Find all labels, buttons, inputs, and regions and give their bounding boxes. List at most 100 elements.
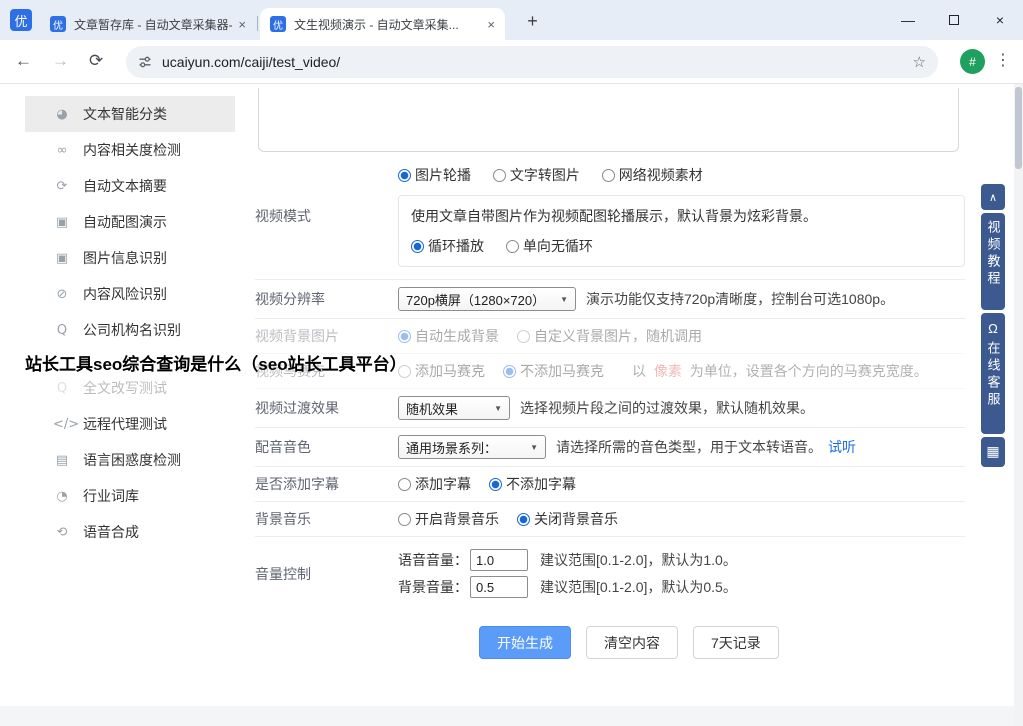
mosaic-hint-prefix: 以 — [632, 363, 646, 379]
address-bar[interactable]: ucaiyun.com/caiji/test_video/ ☆ — [126, 46, 938, 78]
page-scrollbar[interactable] — [1014, 84, 1023, 726]
radio-music-on[interactable]: 开启背景音乐 — [398, 509, 499, 529]
sidebar-item-industry-lexicon[interactable]: ◔ 行业词库 — [25, 478, 235, 514]
radio-image-carousel[interactable]: 图片轮播 — [398, 165, 471, 185]
profile-avatar[interactable]: # — [960, 49, 985, 74]
radio-text-to-image[interactable]: 文字转图片 — [492, 165, 580, 185]
loop-options: 循环播放 单向无循环 — [411, 236, 952, 256]
radio-label: 关闭背景音乐 — [534, 511, 618, 527]
radio-icon — [503, 364, 516, 378]
radio-icon — [398, 512, 411, 526]
select-value: 随机效果 — [406, 401, 459, 417]
forward-button: → — [52, 51, 69, 70]
voice-preview-link[interactable]: 试听 — [828, 437, 856, 457]
radio-auto-background: 自动生成背景 — [398, 326, 499, 346]
tab-close-icon[interactable]: × — [487, 17, 495, 32]
voice-select[interactable]: 通用场景系列： ▼ — [398, 435, 546, 459]
radio-label: 自动生成背景 — [415, 328, 499, 344]
sidebar-item-label: 行业词库 — [83, 488, 139, 504]
radio-label: 开启背景音乐 — [415, 511, 499, 527]
browser-menu-icon[interactable]: ⋮ — [995, 50, 1011, 70]
video-mode-controls: 图片轮播 文字转图片 网络视频素材 使用文章自带图片作为视频配图轮播展示，默认背… — [398, 165, 965, 267]
records-button[interactable]: 7天记录 — [693, 626, 779, 659]
tab-video-demo[interactable]: 优 文生视频演示 - 自动文章采集... × — [260, 8, 505, 40]
sidebar-item-label: 全文改写测试 — [83, 380, 167, 396]
voice-volume-input[interactable] — [470, 549, 528, 571]
radio-music-off[interactable]: 关闭背景音乐 — [517, 509, 618, 529]
sidebar-item-label: 自动文本摘要 — [83, 178, 167, 194]
headset-icon: Ω — [988, 321, 998, 336]
sidebar-item-auto-summary[interactable]: ⟳ 自动文本摘要 — [25, 168, 235, 204]
voice-hint: 请选择所需的音色类型，用于文本转语音。 — [556, 439, 822, 455]
minimize-button[interactable]: — — [885, 0, 931, 40]
site-settings-icon[interactable] — [138, 55, 152, 69]
chevron-up-icon: ∧ — [988, 191, 998, 204]
tab-close-icon[interactable]: × — [238, 17, 246, 32]
sidebar-item-label: 公司机构名识别 — [83, 322, 181, 338]
radio-loop-play[interactable]: 循环播放 — [411, 236, 484, 256]
radio-icon — [517, 512, 530, 526]
transition-hint: 选择视频片段之间的过渡效果，默认随机效果。 — [520, 400, 814, 416]
radio-label: 添加马赛克 — [415, 363, 485, 379]
image-icon: ▣ — [55, 214, 69, 230]
radio-icon — [489, 477, 502, 491]
sidebar-item-image-recognition[interactable]: ▣ 图片信息识别 — [25, 240, 235, 276]
sidebar-item-auto-image[interactable]: ▣ 自动配图演示 — [25, 204, 235, 240]
clear-button[interactable]: 清空内容 — [586, 626, 678, 659]
resolution-select[interactable]: 720p横屏（1280×720） ▼ — [398, 287, 576, 311]
row-background-image: 视频背景图片 自动生成背景 自定义背景图片，随机调用 — [255, 319, 965, 354]
radio-icon — [411, 239, 424, 253]
mode-detail-box: 使用文章自带图片作为视频配图轮播展示，默认背景为炫彩背景。 循环播放 单向无循环 — [398, 195, 965, 267]
qr-code-icon: ▦ — [986, 444, 1000, 460]
doc-icon: ▤ — [55, 452, 69, 468]
tab-favicon: 优 — [270, 16, 286, 32]
radio-icon — [398, 168, 411, 182]
row-voice: 配音音色 通用场景系列： ▼ 请选择所需的音色类型，用于文本转语音。 试听 — [255, 428, 965, 467]
radio-no-loop[interactable]: 单向无循环 — [505, 236, 593, 256]
sidebar-item-remote-proxy-test[interactable]: </> 远程代理测试 — [25, 406, 235, 442]
radio-no-subtitle[interactable]: 不添加字幕 — [489, 474, 576, 494]
search-icon: Q — [56, 380, 68, 396]
radio-web-video-material[interactable]: 网络视频素材 — [601, 165, 703, 185]
tab-article-store[interactable]: 优 文章暂存库 - 自动文章采集器- × — [40, 8, 256, 40]
sidebar-item-label: 文本智能分类 — [83, 106, 167, 122]
sidebar-item-org-name-recognition[interactable]: Q 公司机构名识别 — [25, 312, 235, 348]
radio-label: 图片轮播 — [415, 167, 471, 183]
video-tutorial-tab[interactable]: 视频教程 — [981, 213, 1005, 310]
qr-code-button[interactable]: ▦ — [981, 437, 1005, 467]
scroll-to-top-button[interactable]: ∧ — [981, 184, 1005, 210]
bookmark-star-icon[interactable]: ☆ — [913, 53, 926, 71]
maximize-icon — [949, 15, 959, 25]
new-tab-button[interactable]: + — [520, 9, 545, 34]
form-actions: 开始生成 清空内容 7天记录 — [479, 626, 965, 659]
sidebar-item-perplexity-check[interactable]: ▤ 语言困惑度检测 — [25, 442, 235, 478]
back-button[interactable]: ← — [15, 51, 32, 71]
sidebar-item-label: 图片信息识别 — [83, 250, 167, 266]
reload-button[interactable]: ⟳ — [89, 51, 103, 71]
sidebar-item-text-classify[interactable]: ◕ 文本智能分类 — [25, 96, 235, 132]
article-textarea[interactable] — [258, 88, 959, 152]
sidebar-item-speech-synthesis[interactable]: ⟲ 语音合成 — [25, 514, 235, 550]
window-controls: — × — [885, 0, 1023, 40]
generate-button[interactable]: 开始生成 — [479, 626, 571, 659]
sidebar-item-risk-detection[interactable]: ⊘ 内容风险识别 — [25, 276, 235, 312]
sidebar: ◕ 文本智能分类 ∞ 内容相关度检测 ⟳ 自动文本摘要 ▣ 自动配图演示 ▣ 图… — [25, 96, 235, 550]
field-label: 配音音色 — [255, 439, 311, 455]
sidebar-item-rewrite-test[interactable]: Q 全文改写测试 — [25, 370, 235, 406]
voice-volume-label: 语音音量： — [398, 552, 468, 568]
transition-select[interactable]: 随机效果 ▼ — [398, 396, 510, 420]
field-label: 视频分辨率 — [255, 291, 325, 307]
url-text[interactable]: ucaiyun.com/caiji/test_video/ — [162, 54, 905, 70]
bgm-volume-input[interactable] — [470, 576, 528, 598]
online-service-label: 在线客服 — [985, 341, 1001, 409]
field-label: 是否添加字幕 — [255, 476, 339, 492]
close-button[interactable]: × — [977, 0, 1023, 40]
online-service-tab[interactable]: Ω 在线客服 — [981, 313, 1005, 434]
pie-chart-icon: ◕ — [56, 106, 68, 122]
radio-add-subtitle[interactable]: 添加字幕 — [398, 474, 471, 494]
radio-label: 不添加字幕 — [506, 476, 576, 492]
radio-label: 添加字幕 — [415, 476, 471, 492]
scrollbar-thumb[interactable] — [1015, 87, 1022, 169]
maximize-button[interactable] — [931, 0, 977, 40]
sidebar-item-relevance-check[interactable]: ∞ 内容相关度检测 — [25, 132, 235, 168]
